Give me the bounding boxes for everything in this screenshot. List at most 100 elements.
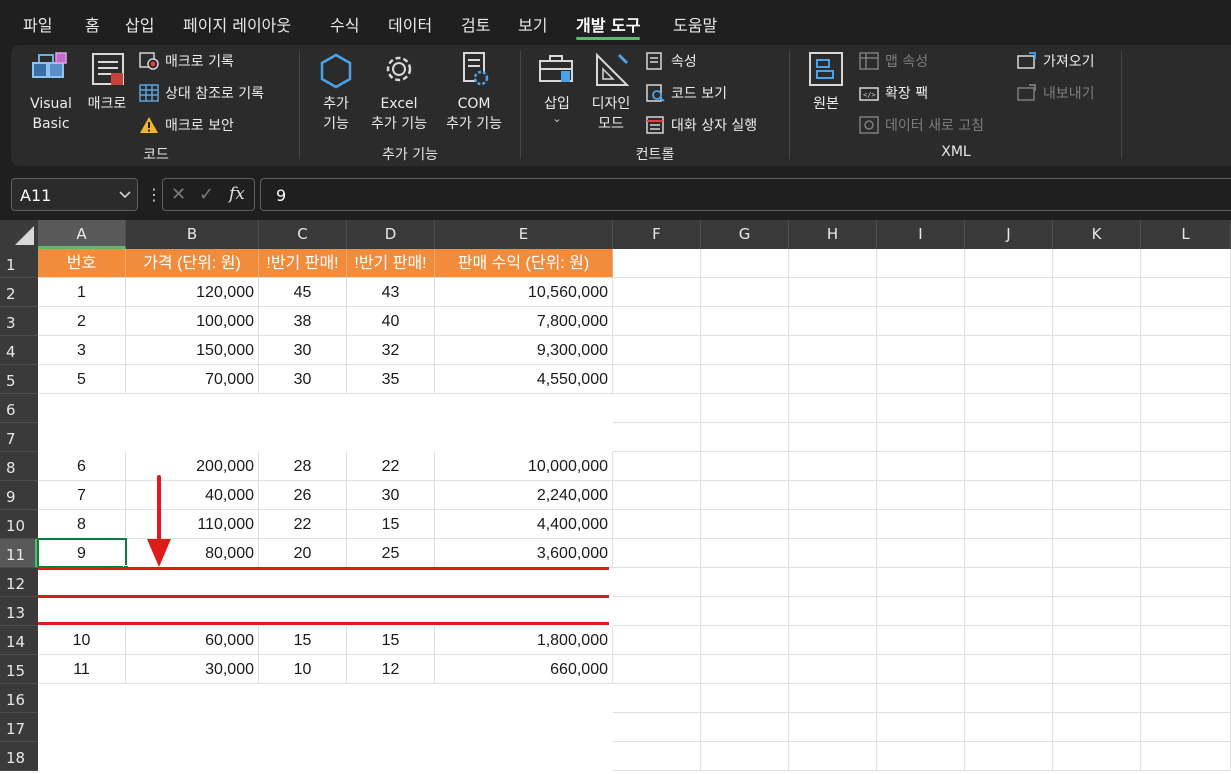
- cell-j16[interactable]: [965, 684, 1053, 713]
- cell-g3[interactable]: [701, 307, 789, 336]
- cell-b2[interactable]: 120,000: [126, 278, 259, 307]
- insert-function-icon[interactable]: fx: [229, 184, 245, 204]
- cell-c9[interactable]: 26: [259, 481, 347, 510]
- macros-button[interactable]: 매크로: [81, 49, 133, 114]
- column-header-i[interactable]: I: [877, 220, 965, 249]
- cell-h16[interactable]: [789, 684, 877, 713]
- cell-g2[interactable]: [701, 278, 789, 307]
- cell-l12[interactable]: [1141, 568, 1231, 597]
- row-header-4[interactable]: 4: [0, 336, 38, 365]
- cell-d14[interactable]: 15: [347, 626, 435, 655]
- cell-f1[interactable]: [613, 249, 701, 278]
- cell-e4[interactable]: 9,300,000: [435, 336, 613, 365]
- cell-h3[interactable]: [789, 307, 877, 336]
- tab-data[interactable]: 데이터: [388, 12, 432, 36]
- tab-page-layout[interactable]: 페이지 레이아웃: [183, 12, 291, 36]
- cell-j15[interactable]: [965, 655, 1053, 684]
- cell-k10[interactable]: [1053, 510, 1141, 539]
- cell-a14[interactable]: 10: [38, 626, 126, 655]
- cell-h4[interactable]: [789, 336, 877, 365]
- cell-f4[interactable]: [613, 336, 701, 365]
- cell-l13[interactable]: [1141, 597, 1231, 626]
- cell-e5[interactable]: 4,550,000: [435, 365, 613, 394]
- cell-f12[interactable]: [613, 568, 701, 597]
- cell-j13[interactable]: [965, 597, 1053, 626]
- column-header-c[interactable]: C: [259, 220, 347, 249]
- cell-a6[interactable]: [38, 394, 126, 423]
- cell-i14[interactable]: [877, 626, 965, 655]
- cell-e7[interactable]: [435, 423, 613, 452]
- cell-l2[interactable]: [1141, 278, 1231, 307]
- cancel-icon[interactable]: ✕: [171, 184, 186, 205]
- select-all-corner[interactable]: [0, 220, 38, 249]
- cell-f14[interactable]: [613, 626, 701, 655]
- cell-f18[interactable]: [613, 742, 701, 771]
- column-header-h[interactable]: H: [789, 220, 877, 249]
- cell-d16[interactable]: [347, 684, 435, 713]
- formula-input[interactable]: 9: [260, 178, 1231, 211]
- row-header-14[interactable]: 14: [0, 626, 38, 655]
- cell-c16[interactable]: [259, 684, 347, 713]
- cell-f5[interactable]: [613, 365, 701, 394]
- cell-e15[interactable]: 660,000: [435, 655, 613, 684]
- cell-g8[interactable]: [701, 452, 789, 481]
- cell-f3[interactable]: [613, 307, 701, 336]
- header-cell-e[interactable]: 판매 수익 (단위: 원): [435, 249, 613, 278]
- cell-f15[interactable]: [613, 655, 701, 684]
- cell-h13[interactable]: [789, 597, 877, 626]
- cell-g11[interactable]: [701, 539, 789, 568]
- cell-j5[interactable]: [965, 365, 1053, 394]
- cell-d15[interactable]: 12: [347, 655, 435, 684]
- cell-c3[interactable]: 38: [259, 307, 347, 336]
- cell-k17[interactable]: [1053, 713, 1141, 742]
- cell-g15[interactable]: [701, 655, 789, 684]
- tab-view[interactable]: 보기: [518, 12, 547, 36]
- cell-j14[interactable]: [965, 626, 1053, 655]
- row-header-3[interactable]: 3: [0, 307, 38, 336]
- cell-j11[interactable]: [965, 539, 1053, 568]
- cell-j6[interactable]: [965, 394, 1053, 423]
- cell-f7[interactable]: [613, 423, 701, 452]
- cell-j8[interactable]: [965, 452, 1053, 481]
- row-header-5[interactable]: 5: [0, 365, 38, 394]
- cell-l17[interactable]: [1141, 713, 1231, 742]
- cell-k12[interactable]: [1053, 568, 1141, 597]
- tab-developer[interactable]: 개발 도구: [576, 12, 641, 40]
- cell-h2[interactable]: [789, 278, 877, 307]
- cell-i16[interactable]: [877, 684, 965, 713]
- cell-l5[interactable]: [1141, 365, 1231, 394]
- cell-g18[interactable]: [701, 742, 789, 771]
- cell-a5[interactable]: 5: [38, 365, 126, 394]
- cell-l6[interactable]: [1141, 394, 1231, 423]
- tab-insert[interactable]: 삽입: [125, 12, 154, 36]
- cell-e8[interactable]: 10,000,000: [435, 452, 613, 481]
- cell-l15[interactable]: [1141, 655, 1231, 684]
- cell-c10[interactable]: 22: [259, 510, 347, 539]
- cell-h18[interactable]: [789, 742, 877, 771]
- cell-b3[interactable]: 100,000: [126, 307, 259, 336]
- cell-d8[interactable]: 22: [347, 452, 435, 481]
- cell-k4[interactable]: [1053, 336, 1141, 365]
- cell-a9[interactable]: 7: [38, 481, 126, 510]
- cell-a16[interactable]: [38, 684, 126, 713]
- cell-k16[interactable]: [1053, 684, 1141, 713]
- cell-c8[interactable]: 28: [259, 452, 347, 481]
- design-mode-button[interactable]: 디자인 모드: [586, 49, 636, 134]
- column-header-e[interactable]: E: [435, 220, 613, 249]
- row-header-11[interactable]: 11: [0, 539, 38, 568]
- row-header-15[interactable]: 15: [0, 655, 38, 684]
- row-header-2[interactable]: 2: [0, 278, 38, 307]
- map-properties-button[interactable]: 맵 속성: [859, 47, 928, 75]
- cell-c6[interactable]: [259, 394, 347, 423]
- cell-h14[interactable]: [789, 626, 877, 655]
- cell-c12[interactable]: [259, 568, 347, 597]
- cell-j18[interactable]: [965, 742, 1053, 771]
- cell-i11[interactable]: [877, 539, 965, 568]
- cell-b18[interactable]: [126, 742, 259, 771]
- cell-f2[interactable]: [613, 278, 701, 307]
- cell-h7[interactable]: [789, 423, 877, 452]
- cell-g13[interactable]: [701, 597, 789, 626]
- cell-a2[interactable]: 1: [38, 278, 126, 307]
- relative-reference-button[interactable]: 상대 참조로 기록: [139, 79, 264, 107]
- cell-j9[interactable]: [965, 481, 1053, 510]
